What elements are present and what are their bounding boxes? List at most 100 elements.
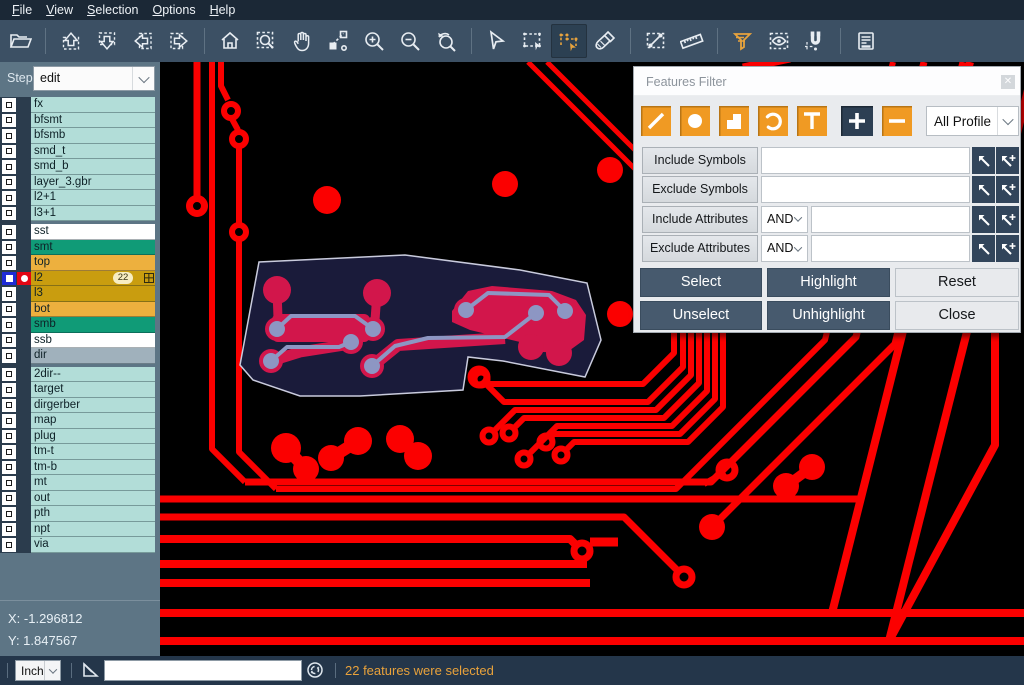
select-pointer-icon[interactable] [479,24,515,58]
unhighlight-button[interactable]: Unhighlight [767,301,890,330]
layer-checkbox[interactable] [2,114,16,128]
layer-checkbox[interactable] [2,334,16,348]
layer-checkbox[interactable] [2,399,16,413]
menu-file[interactable]: File [5,0,39,20]
layer-checkbox[interactable] [2,476,16,490]
highlight-button[interactable]: Highlight [767,268,890,297]
layer-row-tm-b[interactable]: tm-b [0,460,160,476]
layer-checkbox[interactable] [2,303,16,317]
filter-tool-line[interactable] [641,106,671,136]
report-list-icon[interactable] [848,24,884,58]
layer-row-bfsmb[interactable]: bfsmb [0,128,160,144]
select-polygon-icon[interactable] [551,24,587,58]
layer-row-smb[interactable]: smb [0,317,160,333]
snap-angle-icon[interactable] [82,662,99,684]
reset-button[interactable]: Reset [895,268,1019,297]
pick-arrow-add-icon[interactable] [996,176,1019,203]
clean-brush-icon[interactable] [587,24,623,58]
menu-help[interactable]: Help [203,0,243,20]
include-attributes-and-select[interactable]: AND [761,206,808,233]
layer-row-dir[interactable]: dir [0,348,160,364]
pick-arrow-icon[interactable] [972,235,995,262]
close-button[interactable]: Close [895,301,1019,330]
layer-checkbox[interactable] [2,176,16,190]
units-select[interactable]: Inch [15,660,61,681]
exclude-symbols-button[interactable]: Exclude Symbols [642,176,758,203]
layer-checkbox[interactable] [2,256,16,270]
filter-tool-text[interactable] [797,106,827,136]
layer-row-l3[interactable]: l3 [0,286,160,302]
dialog-titlebar[interactable]: Features Filter ✕ [634,67,1020,96]
layer-checkbox[interactable] [2,414,16,428]
step-select[interactable]: edit [33,66,155,91]
layer-checkbox[interactable] [2,383,16,397]
include-attributes-button[interactable]: Include Attributes [642,206,758,233]
layer-row-l2[interactable]: l222 [0,271,160,287]
layer-checkbox[interactable] [2,461,16,475]
menu-selection[interactable]: Selection [80,0,145,20]
snap-magnet-icon[interactable] [797,24,833,58]
layer-checkbox[interactable] [2,145,16,159]
layer-checkbox[interactable] [2,523,16,537]
layer-row-pth[interactable]: pth [0,506,160,522]
zoom-in-icon[interactable] [356,24,392,58]
layer-row-tm-t[interactable]: tm-t [0,444,160,460]
layer-checkbox[interactable] [2,129,16,143]
layer-row-sst[interactable]: sst [0,224,160,240]
layer-checkbox[interactable] [2,318,16,332]
unselect-button[interactable]: Unselect [640,301,762,330]
profile-select[interactable]: All Profile [926,106,1019,136]
layer-row-layer_3.gbr[interactable]: layer_3.gbr [0,175,160,191]
exclude-attributes-input[interactable] [811,235,970,262]
layer-checkbox[interactable] [2,507,16,521]
zoom-previous-icon[interactable] [428,24,464,58]
measure-line-icon[interactable] [638,24,674,58]
layer-checkbox[interactable] [2,349,16,363]
layer-checkbox[interactable] [2,160,16,174]
select-rectangle-icon[interactable] [515,24,551,58]
filter-tool-arc[interactable] [758,106,788,136]
command-input[interactable] [104,660,302,681]
import-up-icon[interactable] [53,24,89,58]
exclude-symbols-input[interactable] [761,176,970,203]
layer-checkbox[interactable] [2,207,16,221]
layer-row-smd_b[interactable]: smd_b [0,159,160,175]
layer-checkbox[interactable] [2,98,16,112]
pick-arrow-add-icon[interactable] [996,206,1019,233]
layer-row-plug[interactable]: plug [0,429,160,445]
layer-row-2dir--[interactable]: 2dir-- [0,367,160,383]
layer-checkbox[interactable] [2,368,16,382]
pan-hand-icon[interactable] [284,24,320,58]
import-down-icon[interactable] [89,24,125,58]
layer-checkbox[interactable] [2,430,16,444]
layer-row-l3+1[interactable]: l3+1 [0,206,160,222]
layer-row-dirgerber[interactable]: dirgerber [0,398,160,414]
layer-row-bot[interactable]: bot [0,302,160,318]
zoom-area-icon[interactable] [248,24,284,58]
layer-row-via[interactable]: via [0,537,160,553]
layer-row-mt[interactable]: mt [0,475,160,491]
select-button[interactable]: Select [640,268,762,297]
menu-options[interactable]: Options [145,0,202,20]
filter-tool-surface[interactable] [719,106,749,136]
include-symbols-button[interactable]: Include Symbols [642,147,758,174]
layer-row-l2+1[interactable]: l2+1 [0,190,160,206]
pick-arrow-add-icon[interactable] [996,235,1019,262]
include-symbols-input[interactable] [761,147,970,174]
layer-checkbox[interactable] [2,241,16,255]
import-right-icon[interactable] [161,24,197,58]
layer-row-smd_t[interactable]: smd_t [0,144,160,160]
include-attributes-input[interactable] [811,206,970,233]
layer-row-fx[interactable]: fx [0,97,160,113]
open-folder-icon[interactable] [2,24,38,58]
features-filter-icon[interactable] [725,24,761,58]
layer-row-top[interactable]: top [0,255,160,271]
layer-checkbox[interactable] [2,191,16,205]
zoom-out-icon[interactable] [392,24,428,58]
pick-arrow-icon[interactable] [972,147,995,174]
filter-tool-pad[interactable] [680,106,710,136]
layer-row-out[interactable]: out [0,491,160,507]
zoom-polygon-icon[interactable] [320,24,356,58]
import-left-icon[interactable] [125,24,161,58]
view-options-icon[interactable] [761,24,797,58]
